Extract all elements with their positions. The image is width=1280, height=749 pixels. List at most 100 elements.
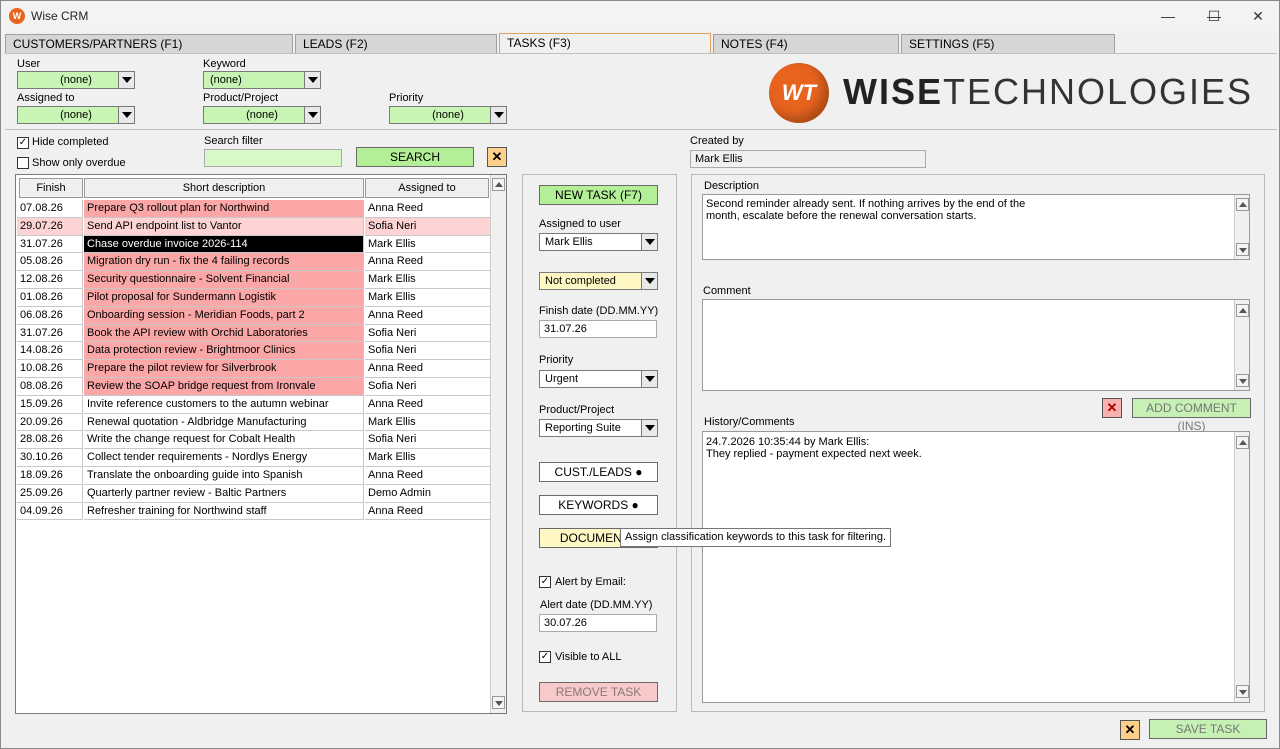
scroll-down-icon[interactable] [1236,374,1249,387]
scroll-up-icon[interactable] [1236,436,1249,449]
keywords-button[interactable]: KEYWORDS ● [539,495,658,515]
table-row[interactable]: 25.09.26 Quarterly partner review - Balti… [17,484,491,503]
hide-completed-checkbox[interactable]: ✓ [17,137,29,149]
save-task-button[interactable]: SAVE TASK [1149,719,1267,739]
table-row[interactable]: 14.08.26 Data protection review - Brightm… [17,342,491,361]
chevron-down-icon [118,107,134,123]
keyword-filter-select[interactable]: (none) [203,71,321,89]
table-row[interactable]: 29.07.26 Send API endpoint list to Vantor… [17,217,491,236]
app-logo-icon: W [9,8,25,24]
company-wordmark: WISETECHNOLOGIES [843,71,1253,113]
table-row[interactable]: 12.08.26 Security questionnaire - Solvent… [17,271,491,289]
clear-search-button[interactable]: ✕ [487,147,507,167]
cell-assigned: Sofia Neri [365,217,491,236]
scroll-down-icon[interactable] [492,696,505,709]
tab-divider [5,53,1277,54]
tab-tasks[interactable]: TASKS (F3) [499,33,711,54]
table-row[interactable]: 30.10.26 Collect tender requirements - No… [17,449,491,467]
wordmark-light: TECHNOLOGIES [943,71,1254,112]
cell-finish: 20.09.26 [17,413,83,432]
table-row[interactable]: 06.08.26 Onboarding session - Meridian Fo… [17,306,491,325]
table-row[interactable]: 18.09.26 Translate the onboarding guide i… [17,467,491,485]
wordmark-bold: WISE [843,71,944,112]
grid-scrollbar[interactable] [490,175,506,713]
show-overdue-checkbox[interactable] [17,157,29,169]
cell-description: Book the API review with Orchid Laborato… [84,324,364,343]
table-row[interactable]: 01.08.26 Pilot proposal for Sundermann Lo… [17,289,491,307]
table-row[interactable]: 15.09.26 Invite reference customers to th… [17,395,491,414]
filter-divider [5,129,1277,130]
maximize-button[interactable]: ☐ [1191,1,1237,31]
history-scrollbar[interactable] [1234,432,1249,702]
minimize-button-2[interactable]: — [1145,1,1191,31]
description-label: Description [704,180,760,192]
table-row[interactable]: 28.08.26 Write the change request for Cob… [17,431,491,450]
description-line-2: month, escalate before the renewal conve… [706,210,977,222]
table-row[interactable]: 05.08.26 Migration dry run - fix the 4 fa… [17,253,491,272]
table-row[interactable]: 08.08.26 Review the SOAP bridge request f… [17,378,491,396]
table-row[interactable]: 20.09.26 Renewal quotation - Aldbridge Ma… [17,413,491,432]
scroll-up-icon[interactable] [1236,198,1249,211]
cell-assigned: Mark Ellis [365,271,491,289]
new-task-button[interactable]: NEW TASK (F7) [539,185,658,205]
search-button[interactable]: SEARCH [356,147,474,167]
cell-description: Prepare the pilot review for Silverbrook [84,360,364,378]
description-textarea[interactable]: Second reminder already sent. If nothing… [702,194,1250,260]
scroll-down-icon[interactable] [1236,685,1249,698]
table-row[interactable]: 31.07.26 Chase overdue invoice 2026-114 Ma… [17,235,491,254]
scroll-down-icon[interactable] [1236,243,1249,256]
tab-settings[interactable]: SETTINGS (F5) [901,34,1115,53]
table-row[interactable]: 10.08.26 Prepare the pilot review for Sil… [17,360,491,378]
alert-date-label: Alert date (DD.MM.YY) [540,599,653,611]
alert-date-input[interactable]: 30.07.26 [539,614,657,632]
assigned-user-select[interactable]: Mark Ellis [539,233,658,251]
product-select[interactable]: Reporting Suite [539,419,658,437]
finish-date-input[interactable]: 31.07.26 [539,320,657,338]
clear-comment-button[interactable]: ✕ [1102,398,1122,418]
close-window-button[interactable]: ✕ [1235,1,1280,31]
cell-finish: 31.07.26 [17,235,83,254]
priority-select[interactable]: Urgent [539,370,658,388]
tab-customers[interactable]: CUSTOMERS/PARTNERS (F1) [5,34,293,53]
add-comment-button[interactable]: ADD COMMENT (INS) [1132,398,1251,433]
comment-label: Comment [703,285,751,297]
tab-notes[interactable]: NOTES (F4) [713,34,899,53]
description-scrollbar[interactable] [1234,195,1249,259]
table-row[interactable]: 31.07.26 Book the API review with Orchid … [17,324,491,343]
visible-all-checkbox[interactable]: ✓ [539,651,551,663]
priority-filter-select[interactable]: (none) [389,106,507,124]
cell-description: Migration dry run - fix the 4 failing re… [84,253,364,272]
scroll-up-icon[interactable] [492,178,505,191]
created-by-label: Created by [690,135,744,147]
search-input[interactable] [204,149,342,167]
cancel-button[interactable]: ✕ [1120,720,1140,740]
cell-finish: 08.08.26 [17,378,83,396]
cell-description: Send API endpoint list to Vantor [84,217,364,236]
user-filter-value: (none) [60,74,92,86]
cust-leads-button[interactable]: CUST./LEADS ● [539,462,658,482]
col-header-description[interactable]: Short description [84,178,364,198]
assigned-filter-select[interactable]: (none) [17,106,135,124]
alert-email-checkbox[interactable]: ✓ [539,576,551,588]
product-filter-select[interactable]: (none) [203,106,321,124]
product-filter-value: (none) [246,109,278,121]
history-line-1: 24.7.2026 10:35:44 by Mark Ellis: [706,436,870,448]
assigned-user-label: Assigned to user [539,218,621,230]
cell-assigned: Mark Ellis [365,289,491,307]
comment-textarea[interactable] [702,299,1250,391]
table-row[interactable]: 07.08.26 Prepare Q3 rollout plan for Nort… [17,200,491,218]
history-textarea[interactable]: 24.7.2026 10:35:44 by Mark Ellis: They r… [702,431,1250,703]
tab-leads[interactable]: LEADS (F2) [295,34,497,53]
status-select[interactable]: Not completed [539,272,658,290]
chevron-down-icon [304,107,320,123]
status-value: Not completed [545,275,616,287]
comment-scrollbar[interactable] [1234,300,1249,390]
col-header-finish[interactable]: Finish [19,178,83,198]
table-row[interactable]: 04.09.26 Refresher training for Northwind… [17,502,491,521]
scroll-up-icon[interactable] [1236,304,1249,317]
user-filter-select[interactable]: (none) [17,71,135,89]
remove-task-button[interactable]: REMOVE TASK [539,682,658,702]
cell-description: Refresher training for Northwind staff [84,502,364,521]
cell-finish: 25.09.26 [17,484,83,503]
col-header-assigned[interactable]: Assigned to [365,178,489,198]
